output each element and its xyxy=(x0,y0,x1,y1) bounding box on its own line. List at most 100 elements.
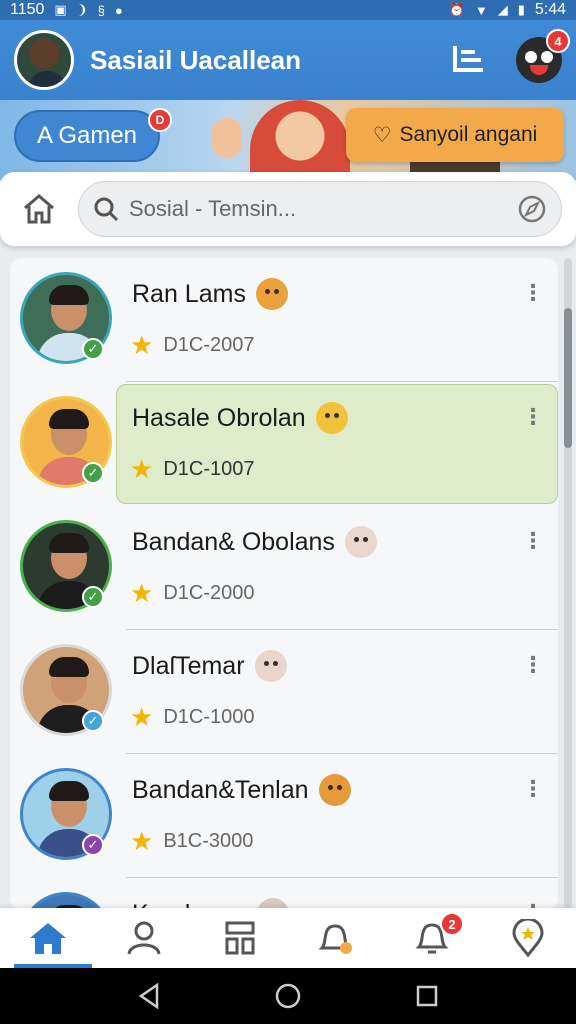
contact-name-text: Bandan&Tenlan xyxy=(132,775,309,804)
nav-profile[interactable] xyxy=(96,908,192,968)
contact-name-text: DlaſTemar xyxy=(132,651,245,680)
contact-row[interactable]: ✓ Bandan&Tenlan ★ B1C-3000 ⋮ xyxy=(10,754,558,878)
nav-notifications[interactable]: 2 xyxy=(384,908,480,968)
games-button[interactable]: A Gamen D xyxy=(14,108,172,162)
reaction-emoji-icon xyxy=(315,402,348,434)
reaction-emoji-icon xyxy=(318,774,351,806)
reaction-emoji-icon xyxy=(344,526,377,558)
search-field[interactable] xyxy=(78,181,562,237)
layout-icon xyxy=(225,921,255,955)
contact-code: D1C-1000 xyxy=(163,705,255,728)
contact-name: Ran Lams xyxy=(132,278,288,310)
home-circle-icon[interactable] xyxy=(274,982,302,1010)
contact-row[interactable]: ✓ Bandan& Obolans ★ D1C-2000 ⋮ xyxy=(10,506,558,630)
contact-row[interactable]: ✓ Hasale Obrolan ★ D1C-1007 ⋮ xyxy=(10,382,558,506)
avatar-hair xyxy=(49,657,89,677)
app-title: Sasiail Uacallean xyxy=(90,44,302,75)
star-icon: ★ xyxy=(130,578,154,608)
contact-meta: ★ D1C-1007 xyxy=(130,456,254,482)
signal-icon: ◢ xyxy=(497,2,508,17)
banner-person-image xyxy=(250,100,350,180)
waving-hand-image xyxy=(212,118,242,158)
contact-meta: ★ D1C-2000 xyxy=(130,580,254,606)
contact-name-text: Bandan& Obolans xyxy=(132,527,335,556)
avatar-hair xyxy=(49,781,89,801)
profile-avatar[interactable] xyxy=(14,30,74,90)
verified-check-icon: ✓ xyxy=(82,710,104,732)
contact-code: D1C-1007 xyxy=(163,457,255,480)
list-menu-button[interactable] xyxy=(448,40,488,80)
star-icon: ★ xyxy=(130,330,154,360)
location-pin-icon xyxy=(512,919,544,957)
nav-location[interactable] xyxy=(480,908,576,968)
favorite-button[interactable]: ♡ Sanyoil angani xyxy=(346,108,564,162)
more-options-icon[interactable]: ⋮ xyxy=(522,406,544,428)
dot-status-icon: ● xyxy=(114,2,123,18)
mascot-eye-icon xyxy=(525,51,537,63)
list-icon xyxy=(453,46,483,72)
notification-badge: 4 xyxy=(546,29,570,53)
verified-check-icon: ✓ xyxy=(82,834,104,856)
contact-row[interactable]: ✓ DlaſTemar ★ D1C-1000 ⋮ xyxy=(10,630,558,754)
person-icon xyxy=(127,921,161,955)
wifi-icon: ▼ xyxy=(474,2,488,18)
recents-icon[interactable] xyxy=(415,984,439,1008)
status-bar: 1150 ▣ ❩ § ● ⏰ ▼ ◢ ▮ 5:44 xyxy=(0,0,576,20)
signal-status-icon: ❩ xyxy=(76,2,88,17)
scrollbar-thumb[interactable] xyxy=(564,308,572,448)
nav-activity[interactable] xyxy=(288,908,384,968)
verified-check-icon: ✓ xyxy=(82,462,104,484)
nav-feed[interactable] xyxy=(192,908,288,968)
bell-edit-icon xyxy=(318,924,352,954)
alarm-icon: ⏰ xyxy=(448,2,465,17)
scrollbar[interactable] xyxy=(564,258,572,908)
status-time-left: 1150 xyxy=(10,1,45,18)
favorite-button-label: Sanyoil angani xyxy=(399,123,538,146)
star-icon: ★ xyxy=(130,454,154,484)
contact-name: Bandan&Tenlan xyxy=(132,774,351,806)
contact-name-text: Hasale Obrolan xyxy=(132,403,306,432)
verified-check-icon: ✓ xyxy=(82,338,104,360)
mascot-eye-icon xyxy=(541,51,553,63)
contact-row[interactable]: ✓ Ran Lams ★ D1C-2007 ⋮ xyxy=(10,258,558,382)
reaction-emoji-icon xyxy=(255,278,288,310)
status-time-right: 5:44 xyxy=(534,1,566,18)
search-icon xyxy=(94,197,119,222)
search-input[interactable] xyxy=(129,196,517,222)
image-status-icon: ▣ xyxy=(54,2,67,17)
contact-name-text: Ran Lams xyxy=(132,279,246,308)
games-button-label: A Gamen xyxy=(36,122,138,149)
back-icon[interactable] xyxy=(137,983,161,1009)
contact-name: DlaſTemar xyxy=(132,650,287,682)
contact-meta: ★ D1C-1000 xyxy=(130,704,254,730)
avatar-hair xyxy=(49,285,89,305)
star-icon: ★ xyxy=(130,826,154,856)
verified-check-icon: ✓ xyxy=(82,586,104,608)
more-options-icon[interactable]: ⋮ xyxy=(522,282,544,304)
heart-icon: ♡ xyxy=(372,123,392,147)
more-options-icon[interactable]: ⋮ xyxy=(522,530,544,552)
sync-status-icon: § xyxy=(97,2,105,18)
home-icon xyxy=(30,923,66,954)
promo-banner: A Gamen D ♡ Sanyoil angani xyxy=(0,100,576,180)
search-bar xyxy=(0,172,576,246)
mascot-notifications-button[interactable]: 4 xyxy=(516,29,570,83)
notification-badge: 2 xyxy=(440,912,464,936)
home-icon[interactable] xyxy=(22,193,56,225)
contact-list: ✓ Ran Lams ★ D1C-2007 ⋮ ✓ Hasale Obrolan… xyxy=(10,258,558,910)
contact-meta: ★ B1C-3000 xyxy=(130,828,253,854)
contact-name: Bandan& Obolans xyxy=(132,526,377,558)
bottom-nav: 2 xyxy=(0,908,576,968)
app-bar: Sasiail Uacallean 4 xyxy=(0,20,576,100)
contact-code: B1C-3000 xyxy=(163,829,254,852)
more-options-icon[interactable]: ⋮ xyxy=(522,778,544,800)
contact-meta: ★ D1C-2007 xyxy=(130,332,254,358)
nav-home[interactable] xyxy=(0,908,96,968)
compass-icon[interactable] xyxy=(517,194,547,224)
contact-row[interactable]: Kandamar ★ ⋮ xyxy=(10,878,558,910)
mascot-mouth-icon xyxy=(530,65,548,75)
contact-name: Hasale Obrolan xyxy=(132,402,348,434)
more-options-icon[interactable]: ⋮ xyxy=(522,654,544,676)
avatar-hair xyxy=(49,409,89,429)
star-icon: ★ xyxy=(130,702,154,732)
